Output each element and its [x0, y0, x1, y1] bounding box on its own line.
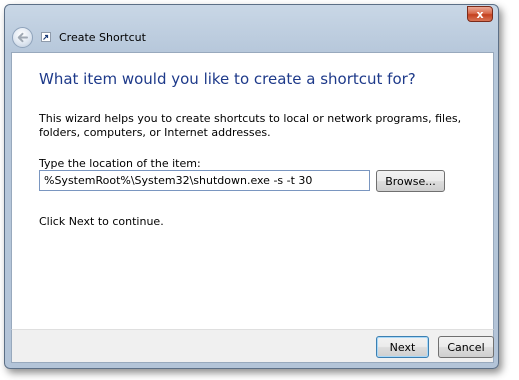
location-input[interactable]: %SystemRoot%\System32\shutdown.exe -s -t…	[39, 170, 370, 191]
wizard-footer: Next Cancel	[11, 329, 494, 363]
wizard-description: This wizard helps you to create shortcut…	[39, 112, 462, 139]
close-icon: x	[476, 7, 484, 21]
cancel-button[interactable]: Cancel	[438, 336, 494, 358]
create-shortcut-window: x Create Shortcut What item would you li…	[4, 4, 499, 369]
window-title: Create Shortcut	[59, 30, 146, 44]
page-heading: What item would you like to create a sho…	[39, 70, 416, 88]
wizard-header: Create Shortcut	[11, 23, 494, 51]
shortcut-icon	[41, 32, 51, 42]
wizard-content: What item would you like to create a sho…	[11, 52, 494, 329]
location-label: Type the location of the item:	[39, 157, 201, 170]
close-button[interactable]: x	[467, 6, 493, 22]
back-button[interactable]	[12, 26, 33, 48]
next-hint-text: Click Next to continue.	[39, 215, 164, 228]
browse-button[interactable]: Browse...	[376, 170, 445, 192]
back-arrow-icon	[17, 32, 28, 42]
next-button[interactable]: Next	[376, 336, 429, 358]
